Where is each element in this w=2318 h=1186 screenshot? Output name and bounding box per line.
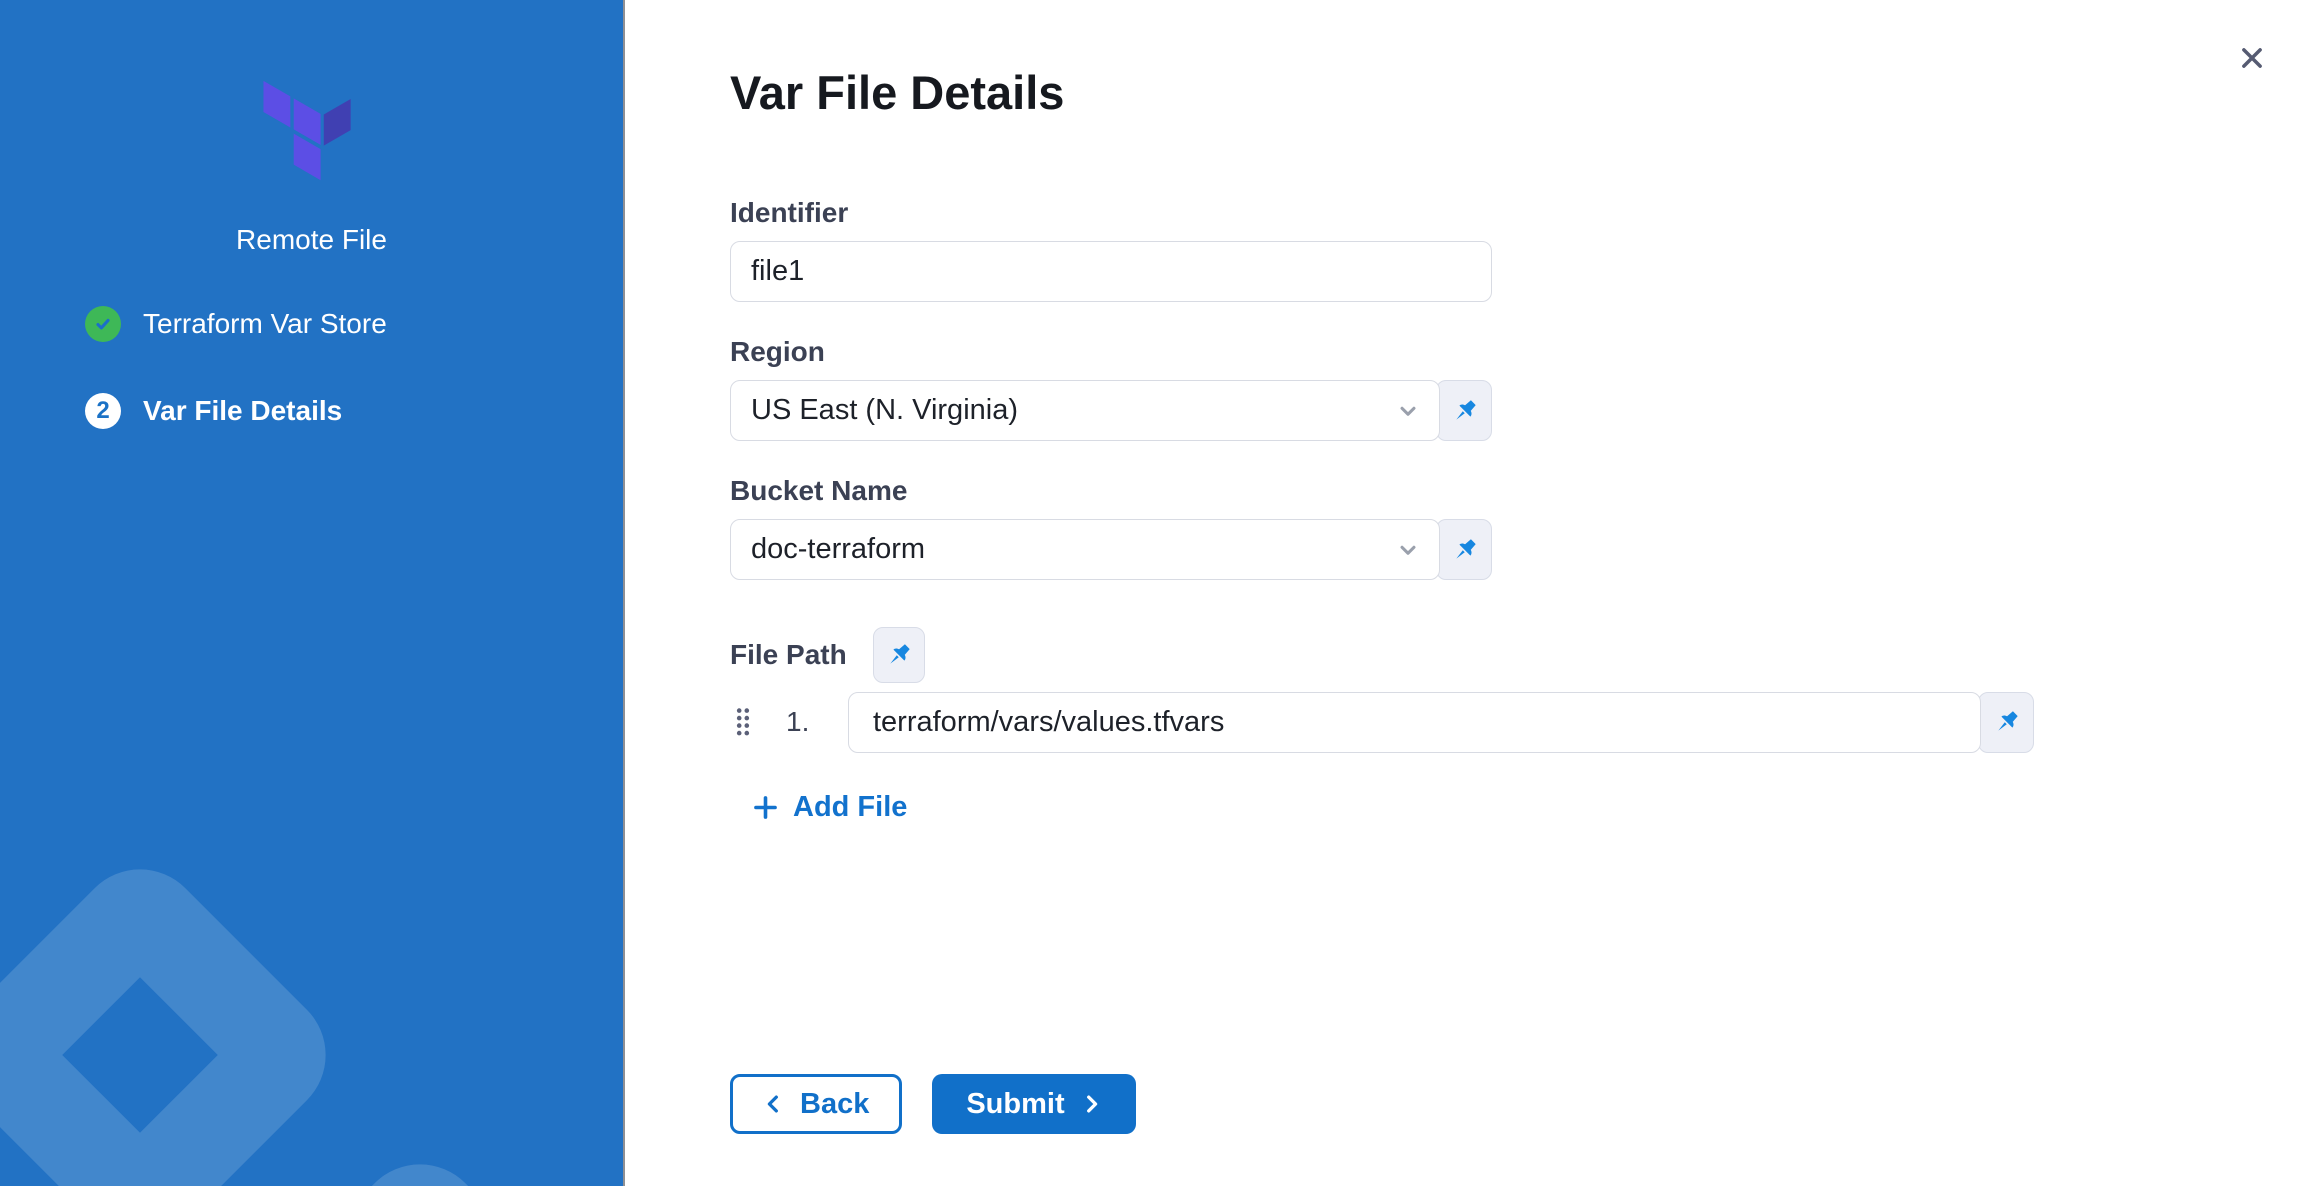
identifier-label: Identifier: [730, 197, 2318, 229]
bucket-select[interactable]: doc-terraform: [730, 519, 1440, 580]
file-path-row: 1.: [730, 691, 2318, 753]
wizard-dialog: Remote File Terraform Var Store 2 Var Fi…: [0, 0, 2318, 1186]
sidebar-watermark-shape: [208, 1138, 625, 1186]
file-path-input[interactable]: [848, 692, 1981, 753]
chevron-right-icon: [1080, 1093, 1102, 1115]
region-label: Region: [730, 336, 2318, 368]
plus-icon: [752, 794, 779, 821]
add-file-label: Add File: [793, 791, 907, 824]
step-number-badge: 2: [85, 393, 121, 429]
chevron-down-icon: [1395, 398, 1421, 424]
drag-handle-icon[interactable]: [736, 707, 750, 737]
bucket-name-label: Bucket Name: [730, 475, 2318, 507]
region-select-group: US East (N. Virginia): [730, 380, 1492, 441]
wizard-steps: Terraform Var Store 2 Var File Details: [85, 306, 623, 429]
wizard-sidebar: Remote File Terraform Var Store 2 Var Fi…: [0, 0, 625, 1186]
region-field: Region US East (N. Virginia): [730, 336, 2318, 441]
pushpin-icon: [1450, 396, 1480, 426]
check-icon: [92, 313, 114, 335]
back-button-label: Back: [800, 1088, 869, 1121]
close-button[interactable]: [2234, 40, 2270, 76]
submit-button[interactable]: Submit: [932, 1074, 1135, 1134]
chevron-left-icon: [763, 1093, 785, 1115]
step-completed-badge: [85, 306, 121, 342]
add-file-button[interactable]: Add File: [752, 791, 907, 824]
footer-actions: Back Submit: [730, 1074, 2318, 1134]
chevron-down-icon: [1395, 537, 1421, 563]
pushpin-icon: [1992, 707, 2022, 737]
step-label: Terraform Var Store: [143, 308, 387, 340]
region-pin-button[interactable]: [1436, 380, 1492, 441]
bucket-selected-value: doc-terraform: [751, 533, 925, 566]
region-select[interactable]: US East (N. Virginia): [730, 380, 1440, 441]
bucket-pin-button[interactable]: [1436, 519, 1492, 580]
sidebar-watermark-shape: [0, 843, 352, 1186]
sidebar-app-title: Remote File: [0, 222, 623, 258]
close-icon: [2237, 43, 2267, 73]
file-path-pin-button[interactable]: [873, 627, 925, 683]
pushpin-icon: [884, 640, 914, 670]
bucket-select-group: doc-terraform: [730, 519, 1492, 580]
pushpin-icon: [1450, 535, 1480, 565]
region-selected-value: US East (N. Virginia): [751, 394, 1018, 427]
page-title: Var File Details: [730, 66, 2318, 119]
bucket-name-field: Bucket Name doc-terraform: [730, 475, 2318, 580]
step-var-file-details[interactable]: 2 Var File Details: [85, 393, 623, 429]
file-path-header: File Path: [730, 627, 2318, 683]
file-row-pin-button[interactable]: [1978, 692, 2034, 753]
submit-button-label: Submit: [966, 1088, 1064, 1121]
step-terraform-var-store[interactable]: Terraform Var Store: [85, 306, 623, 342]
file-row-index: 1.: [786, 706, 820, 738]
step-label: Var File Details: [143, 395, 342, 427]
file-path-label: File Path: [730, 639, 847, 671]
file-path-input-group: [848, 692, 2034, 753]
identifier-input[interactable]: [730, 241, 1492, 302]
back-button[interactable]: Back: [730, 1074, 902, 1134]
identifier-field: Identifier: [730, 197, 2318, 302]
terraform-logo: [258, 77, 366, 185]
var-file-details-panel: Var File Details Identifier Region: [625, 0, 2318, 1186]
